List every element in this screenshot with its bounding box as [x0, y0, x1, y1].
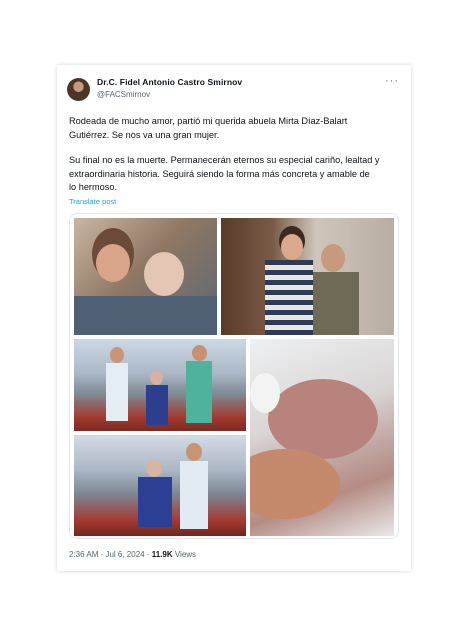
photo-selfie[interactable]: [74, 218, 217, 335]
views-label: Views: [172, 550, 197, 559]
photo-hand[interactable]: [250, 339, 394, 536]
post-timestamp[interactable]: 2:36 AM · Jul 6, 2024 ·: [69, 550, 152, 559]
photo-two-people[interactable]: [74, 435, 246, 536]
author-handle[interactable]: @FACSmirnov: [97, 90, 150, 99]
author-name[interactable]: Dr.C. Fidel Antonio Castro Smirnov: [97, 77, 242, 87]
post-card: Dr.C. Fidel Antonio Castro Smirnov @FACS…: [57, 65, 411, 571]
translate-post-link[interactable]: Translate post: [69, 197, 116, 206]
post-text-paragraph-1: Rodeada de mucho amor, partió mi querida…: [69, 116, 348, 140]
photo-three-people[interactable]: [74, 339, 246, 431]
avatar[interactable]: [67, 78, 90, 101]
post-text-paragraph-2: Su final no es la muerte. Permanecerán e…: [69, 155, 380, 193]
more-options-icon[interactable]: ···: [385, 75, 399, 87]
photo-grid: [69, 213, 399, 539]
views-count: 11.9K: [151, 550, 173, 559]
post-metadata: 2:36 AM · Jul 6, 2024 · 11.9K Views: [69, 550, 196, 559]
photo-dancing[interactable]: [221, 218, 394, 335]
